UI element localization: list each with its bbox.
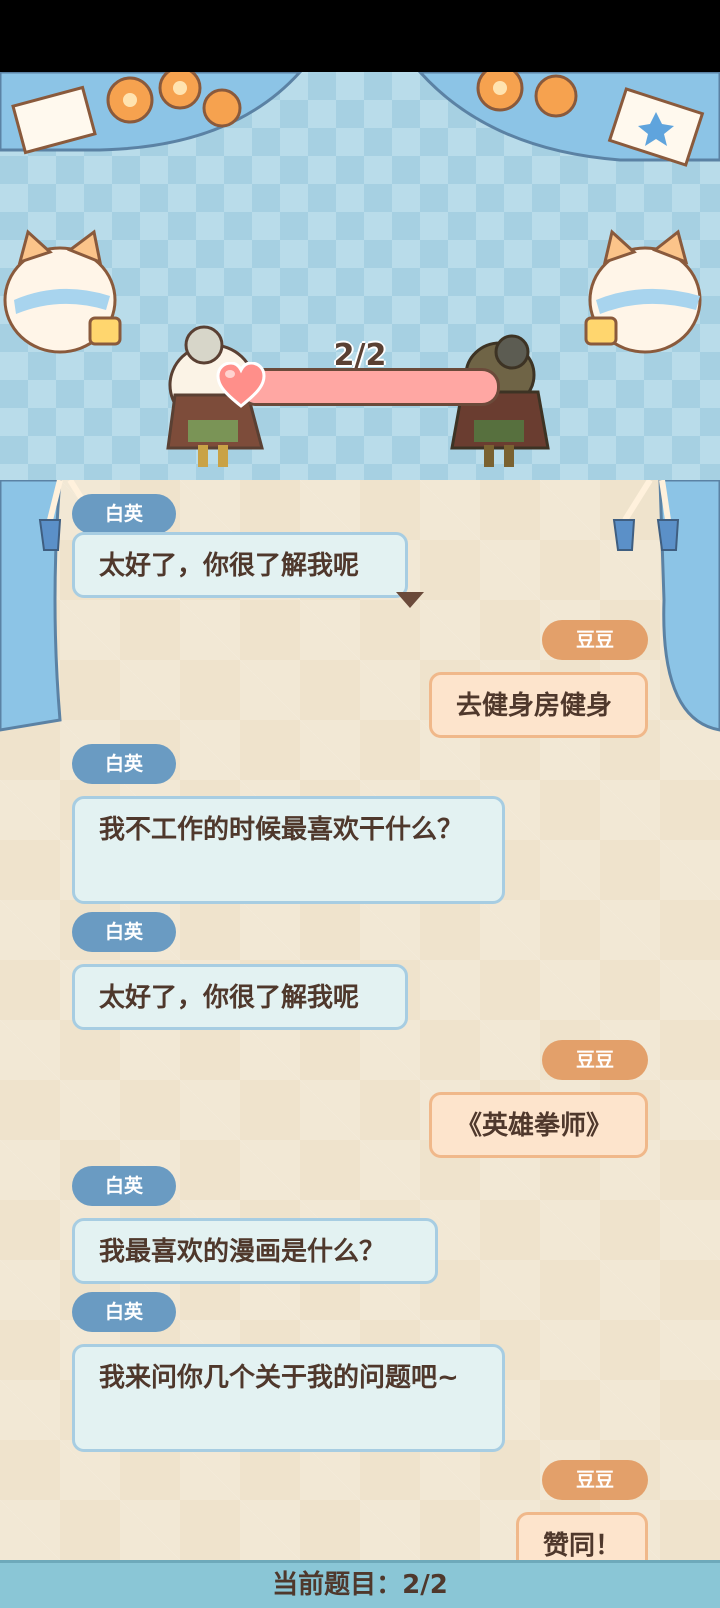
stage-decor [0,72,720,467]
cat-mascot-right-icon [584,229,702,354]
speaker-tag: 白英 [72,1166,176,1206]
affinity-bar [238,368,500,406]
speaker-tag: 白英 [72,912,176,952]
chat-bubble[interactable]: 太好了，你很了解我呢 [72,964,408,1030]
chat-bubble[interactable]: 《英雄拳师》 [429,1092,648,1158]
speaker-tag: 白英 [72,494,176,534]
chat-bubble[interactable]: 我最喜欢的漫画是什么？ [72,1218,438,1284]
speaker-tag: 白英 [72,1292,176,1332]
chat-bubble[interactable]: 太好了，你很了解我呢 [72,532,408,598]
cat-mascot-left-icon [3,229,122,354]
affinity-fill [241,371,497,403]
speaker-tag: 豆豆 [542,1460,648,1500]
speaker-tag: 豆豆 [542,1040,648,1080]
status-bar [0,0,720,72]
continue-arrow-icon[interactable] [396,592,424,608]
heart-icon [216,362,266,408]
speaker-tag: 豆豆 [542,620,648,660]
speaker-tag: 白英 [72,744,176,784]
chat-bubble[interactable]: 我不工作的时候最喜欢干什么？ [72,796,505,904]
stage-scene: 2/2 [0,72,720,484]
chat-bubble[interactable]: 去健身房健身 [429,672,648,738]
current-question-footer: 当前题目：2/2 [0,1560,720,1608]
chat-bubble[interactable]: 我来问你几个关于我的问题吧~ [72,1344,505,1452]
chat-area[interactable]: 白英 太好了，你很了解我呢 豆豆 去健身房健身 白英 我不工作的时候最喜欢干什么… [0,480,720,1578]
